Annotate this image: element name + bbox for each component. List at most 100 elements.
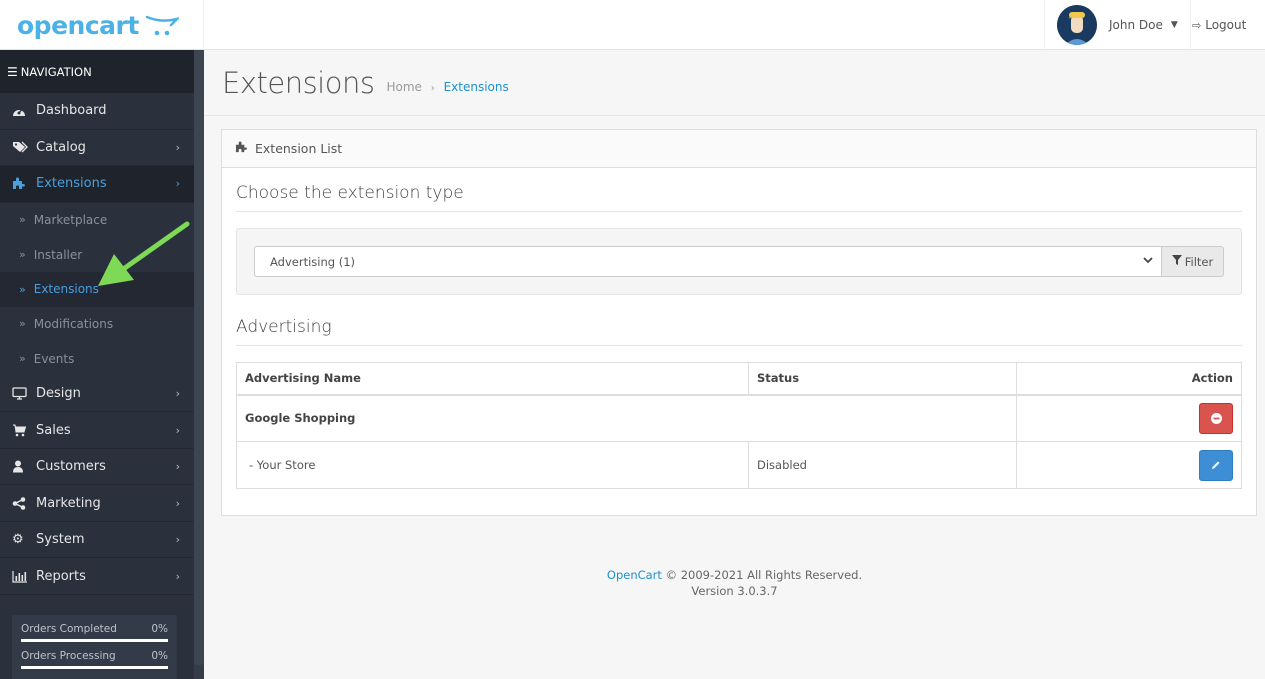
sidebar-item-label: Reports: [36, 568, 86, 584]
sidebar-item-label: Customers: [36, 459, 106, 475]
progress-bar: [21, 666, 168, 669]
page-title: Extensions: [222, 66, 375, 100]
tags-icon: [12, 141, 36, 153]
stat-orders-processing: Orders Processing 0%: [21, 650, 168, 662]
sidebar-item-customers[interactable]: Customers ›: [0, 449, 194, 486]
stat-value: 0%: [151, 623, 168, 635]
stat-label: Orders Processing: [21, 650, 116, 662]
order-stats: Orders Completed 0% Orders Processing 0%: [12, 615, 177, 679]
sidebar-item-design[interactable]: Design ›: [0, 376, 194, 413]
panel-heading: Extension List: [222, 130, 1256, 168]
choose-type-heading: Choose the extension type: [236, 183, 1242, 212]
status-text: Disabled: [748, 441, 1017, 489]
sidebar-item-reports[interactable]: Reports ›: [0, 558, 194, 595]
sidebar: ☰ NAVIGATION Dashboard Catalog › Extensi…: [0, 50, 204, 679]
user-name: John Doe: [1109, 18, 1163, 32]
cart-icon: [12, 424, 36, 437]
filter-button[interactable]: Filter: [1161, 246, 1224, 277]
chevron-right-icon: ›: [175, 460, 180, 474]
sidebar-subitem-marketplace[interactable]: » Marketplace: [0, 202, 194, 238]
footer-copyright-line: OpenCart © 2009-2021 All Rights Reserved…: [204, 567, 1265, 583]
logout-link[interactable]: ⇨ Logout: [1192, 0, 1246, 50]
chevron-right-icon: ›: [175, 496, 180, 510]
breadcrumb-home[interactable]: Home: [386, 80, 421, 94]
gear-icon: ⚙: [12, 532, 24, 548]
stat-label: Orders Completed: [21, 623, 117, 635]
table-header-row: Advertising Name Status Action: [236, 362, 1242, 396]
sidebar-subitem-label: Events: [33, 351, 75, 366]
sidebar-item-label: Sales: [36, 422, 71, 438]
nav-header: ☰ NAVIGATION: [0, 50, 194, 93]
sidebar-subitem-extensions[interactable]: » Extensions: [0, 271, 194, 307]
store-name: - Your Store: [236, 441, 749, 489]
action-cell: [1016, 394, 1242, 442]
chevron-right-icon: ›: [175, 533, 180, 547]
user-icon: [12, 460, 36, 473]
main-content: Extensions Home › Extensions Extension L…: [204, 51, 1265, 679]
sidebar-subitem-events[interactable]: » Events: [0, 341, 194, 376]
scrollbar-thumb[interactable]: [194, 50, 204, 665]
filter-well: Advertising (1) Filter: [236, 228, 1242, 295]
desktop-icon: [12, 387, 36, 400]
filter-label: Filter: [1184, 254, 1214, 269]
sidebar-item-sales[interactable]: Sales ›: [0, 412, 194, 449]
sidebar-item-catalog[interactable]: Catalog ›: [0, 130, 194, 166]
double-chevron-icon: »: [19, 248, 26, 262]
chevron-down-icon: [1143, 256, 1153, 267]
sidebar-item-system[interactable]: ⚙ System ›: [0, 522, 194, 559]
breadcrumb: Home › Extensions: [386, 72, 508, 94]
nav-title: NAVIGATION: [20, 64, 92, 79]
chevron-right-icon: ›: [175, 569, 180, 583]
filter-icon: [1171, 255, 1182, 268]
opencart-link[interactable]: OpenCart: [607, 568, 662, 582]
progress-bar: [21, 639, 168, 642]
column-header-name: Advertising Name: [236, 362, 749, 396]
logo[interactable]: opencart: [0, 0, 204, 50]
sidebar-item-marketing[interactable]: Marketing ›: [0, 485, 194, 522]
sidebar-item-label: Marketing: [36, 495, 101, 511]
advertising-heading: Advertising: [236, 317, 1242, 346]
dashboard-icon: [12, 105, 36, 117]
avatar: [1057, 5, 1097, 45]
breadcrumb-separator: ›: [430, 83, 435, 94]
sidebar-item-extensions[interactable]: Extensions ›: [0, 166, 194, 203]
chevron-right-icon: ›: [175, 177, 180, 191]
logo-text: opencart: [17, 10, 139, 40]
sidebar-subitem-label: Extensions: [33, 282, 99, 297]
sidebar-item-dashboard[interactable]: Dashboard: [0, 93, 194, 130]
select-value: Advertising (1): [270, 254, 355, 269]
panel-title: Extension List: [255, 141, 343, 156]
user-menu[interactable]: John Doe ▼: [1044, 0, 1191, 50]
edit-button[interactable]: [1199, 449, 1233, 481]
caret-down-icon: ▼: [1170, 20, 1178, 30]
sidebar-item-label: Design: [36, 386, 81, 402]
chevron-right-icon: ›: [175, 423, 180, 437]
page-header: Extensions Home › Extensions: [204, 51, 1265, 116]
sidebar-scrollbar[interactable]: [194, 50, 204, 679]
pencil-icon: [1212, 461, 1220, 469]
top-header: opencart John Doe ▼ ⇨ Logout: [0, 0, 1265, 50]
double-chevron-icon: »: [19, 282, 26, 296]
extension-type-select[interactable]: Advertising (1): [254, 246, 1161, 277]
extension-name: Google Shopping: [236, 394, 1017, 442]
sidebar-subitem-installer[interactable]: » Installer: [0, 237, 194, 272]
extension-list-panel: Extension List Choose the extension type…: [221, 129, 1257, 516]
sidebar-item-label: Extensions: [36, 176, 107, 192]
chevron-right-icon: ›: [175, 387, 180, 401]
sidebar-subitem-modifications[interactable]: » Modifications: [0, 306, 194, 342]
puzzle-icon: [235, 141, 248, 156]
column-header-status: Status: [748, 362, 1017, 396]
logout-label: Logout: [1205, 18, 1247, 32]
sidebar-item-label: System: [36, 532, 85, 548]
double-chevron-icon: »: [19, 317, 26, 331]
sidebar-item-label: Catalog: [36, 139, 86, 155]
action-cell: [1016, 441, 1242, 489]
sidebar-subitem-label: Installer: [33, 247, 83, 262]
sidebar-item-label: Dashboard: [36, 103, 107, 119]
chevron-right-icon: ›: [175, 140, 180, 154]
stat-value: 0%: [151, 650, 168, 662]
extensions-table: Advertising Name Status Action Google Sh…: [236, 362, 1242, 489]
breadcrumb-extensions[interactable]: Extensions: [444, 80, 509, 94]
uninstall-button[interactable]: [1199, 402, 1233, 434]
sign-out-icon: ⇨: [1192, 18, 1202, 32]
